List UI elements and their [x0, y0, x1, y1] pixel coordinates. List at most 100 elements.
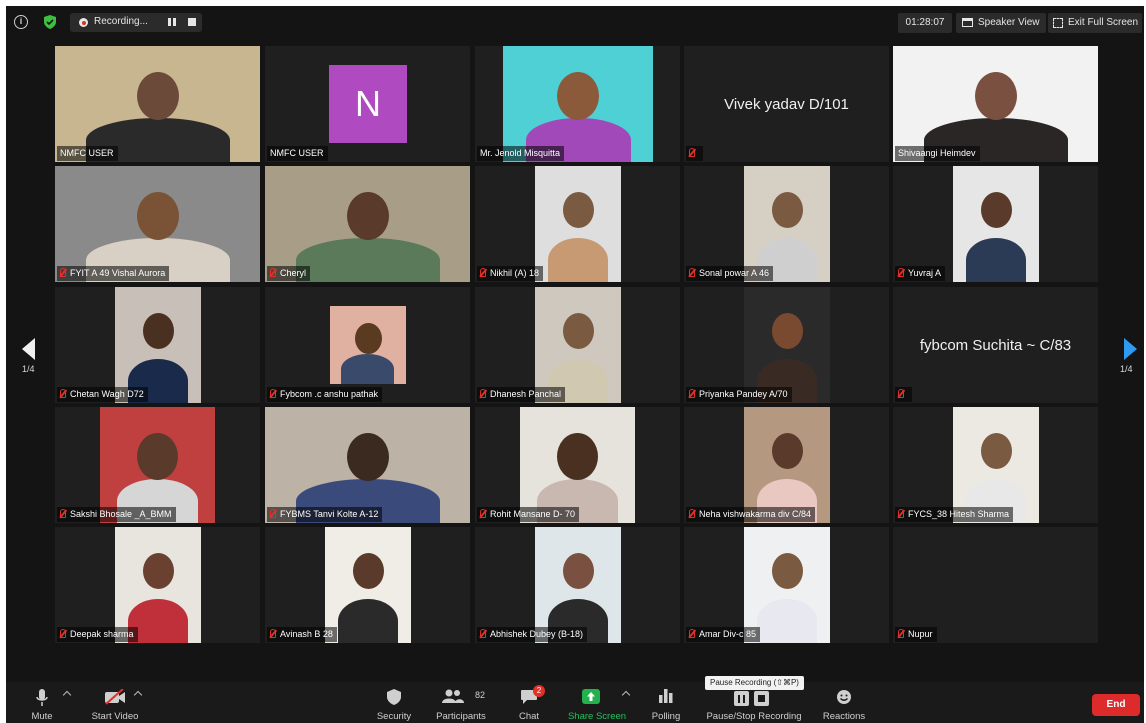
reactions-button[interactable]: Reactions	[818, 682, 870, 723]
participant-tile[interactable]: NMFC USER	[55, 46, 260, 162]
exit-fullscreen-button[interactable]: Exit Full Screen	[1048, 13, 1142, 33]
participant-tile[interactable]: Abhishek Dubey (B-18)	[475, 527, 680, 643]
info-icon[interactable]: i	[14, 15, 28, 29]
participants-icon	[442, 689, 464, 703]
participant-video	[114, 287, 201, 403]
participant-video	[952, 166, 1039, 282]
participant-tile[interactable]: Dhanesh Panchal	[475, 287, 680, 403]
participant-tile[interactable]: Deepak sharma	[55, 527, 260, 643]
participant-name: Dhanesh Panchal	[490, 389, 562, 399]
participant-tile[interactable]: Mr. Jenold Misquitta	[475, 46, 680, 162]
reactions-label: Reactions	[822, 711, 866, 722]
participant-tile[interactable]: Yuvraj A	[893, 166, 1098, 282]
pause-stop-recording-label: Pause/Stop Recording	[706, 711, 802, 722]
participant-name: Abhishek Dubey (B-18)	[490, 629, 584, 639]
recording-dot-icon	[79, 18, 88, 27]
participants-count: 82	[475, 690, 486, 700]
participant-name: Nupur	[908, 629, 933, 639]
participants-label: Participants	[436, 711, 486, 722]
stop-recording-icon[interactable]	[188, 18, 196, 26]
pause-recording-icon[interactable]	[168, 18, 176, 26]
participant-name-tag: Yuvraj A	[895, 266, 946, 281]
participant-tile[interactable]: Sonal powar A 46	[684, 166, 889, 282]
participant-name-tag: Sonal powar A 46	[686, 266, 774, 281]
share-screen-button[interactable]: Share Screen	[562, 682, 632, 723]
participant-name-tag: Rohit Mansane D- 70	[477, 507, 580, 522]
participant-tile[interactable]: Sakshi Bhosale _A_BMM	[55, 407, 260, 523]
participant-tile[interactable]: Rohit Mansane D- 70	[475, 407, 680, 523]
participant-tile[interactable]: Neha vishwakarma div C/84	[684, 407, 889, 523]
participant-tile[interactable]: Shivaangi Heimdev	[893, 46, 1098, 162]
participant-tile[interactable]: Cheryl	[265, 166, 470, 282]
muted-mic-icon	[898, 389, 904, 398]
muted-mic-icon	[270, 509, 276, 518]
pause-recording-tooltip: Pause Recording (⇧⌘P)	[705, 676, 804, 690]
participant-name: Rohit Mansane D- 70	[490, 509, 576, 519]
participant-tile[interactable]: N NMFC USER	[265, 46, 470, 162]
participant-video	[743, 407, 830, 523]
chat-label: Chat	[518, 711, 540, 722]
participant-video	[502, 46, 653, 162]
participant-tile[interactable]: Fybcom .c anshu pathak	[265, 287, 470, 403]
muted-mic-icon	[270, 389, 276, 398]
participant-name-tag: NMFC USER	[267, 146, 328, 161]
speaker-view-button[interactable]: Speaker View	[956, 13, 1046, 33]
participant-video	[893, 46, 1098, 162]
muted-mic-icon	[60, 629, 66, 638]
participant-name-tag: Mr. Jenold Misquitta	[477, 146, 565, 161]
participant-tile[interactable]: Chetan Wagh D72	[55, 287, 260, 403]
participant-name: Neha vishwakarma div C/84	[699, 509, 812, 519]
participant-video	[100, 407, 215, 523]
mute-options-caret-icon[interactable]	[62, 690, 72, 700]
speaker-view-label: Speaker View	[978, 17, 1040, 28]
microphone-icon	[36, 689, 48, 706]
participant-tile[interactable]: FYCS_38 Hitesh Sharma	[893, 407, 1098, 523]
participant-tile[interactable]: fybcom Suchita ~ C/83	[893, 287, 1098, 403]
participant-video	[329, 306, 406, 384]
participant-video	[952, 407, 1039, 523]
participant-name-tag: Amar Div-c 85	[686, 627, 761, 642]
mute-button[interactable]: Mute	[20, 682, 64, 723]
chat-badge: 2	[533, 685, 545, 697]
encryption-shield-icon[interactable]	[44, 15, 56, 29]
share-screen-label: Share Screen	[567, 711, 627, 722]
participant-tile[interactable]: Avinash B 28	[265, 527, 470, 643]
participant-tile[interactable]: Priyanka Pandey A/70	[684, 287, 889, 403]
participant-display-name: fybcom Suchita ~ C/83	[919, 337, 1072, 354]
participant-name: Sonal powar A 46	[699, 268, 770, 278]
muted-mic-icon	[898, 509, 904, 518]
participant-video	[743, 166, 830, 282]
participant-name: FYIT A 49 Vishal Aurora	[70, 268, 166, 278]
participant-name-tag: Shivaangi Heimdev	[895, 146, 980, 161]
chat-button[interactable]: 2 Chat	[511, 682, 547, 723]
previous-page-arrow-icon[interactable]	[22, 338, 35, 360]
polling-button[interactable]: Polling	[646, 682, 686, 723]
participants-button[interactable]: 82 Participants	[432, 682, 490, 723]
participant-name-tag: Fybcom .c anshu pathak	[267, 387, 383, 402]
video-off-icon	[105, 689, 125, 705]
participant-name: NMFC USER	[270, 148, 324, 158]
participant-tile[interactable]: Amar Div-c 85	[684, 527, 889, 643]
participant-name: Fybcom .c anshu pathak	[280, 389, 379, 399]
participant-video	[55, 46, 260, 162]
participant-name-tag: Sakshi Bhosale _A_BMM	[57, 507, 176, 522]
participant-tile[interactable]: Nikhil (A) 18	[475, 166, 680, 282]
participant-name: NMFC USER	[60, 148, 114, 158]
next-page-arrow-icon[interactable]	[1124, 338, 1137, 360]
security-button[interactable]: Security	[370, 682, 418, 723]
participant-name: Chetan Wagh D72	[70, 389, 144, 399]
participant-name: Shivaangi Heimdev	[898, 148, 976, 158]
participant-tile[interactable]: Vivek yadav D/101	[684, 46, 889, 162]
participant-name: Mr. Jenold Misquitta	[480, 148, 561, 158]
participant-tile[interactable]: Nupur	[893, 527, 1098, 643]
participant-name: Amar Div-c 85	[699, 629, 757, 639]
participant-name-tag: Dhanesh Panchal	[477, 387, 566, 402]
participant-video	[265, 407, 470, 523]
participant-tile[interactable]: FYIT A 49 Vishal Aurora	[55, 166, 260, 282]
muted-mic-icon	[60, 389, 66, 398]
muted-mic-icon	[898, 268, 904, 277]
muted-mic-icon	[60, 268, 66, 277]
end-meeting-button[interactable]: End	[1092, 694, 1140, 716]
start-video-button[interactable]: Start Video	[84, 682, 146, 723]
participant-tile[interactable]: FYBMS Tanvi Kolte A-12	[265, 407, 470, 523]
